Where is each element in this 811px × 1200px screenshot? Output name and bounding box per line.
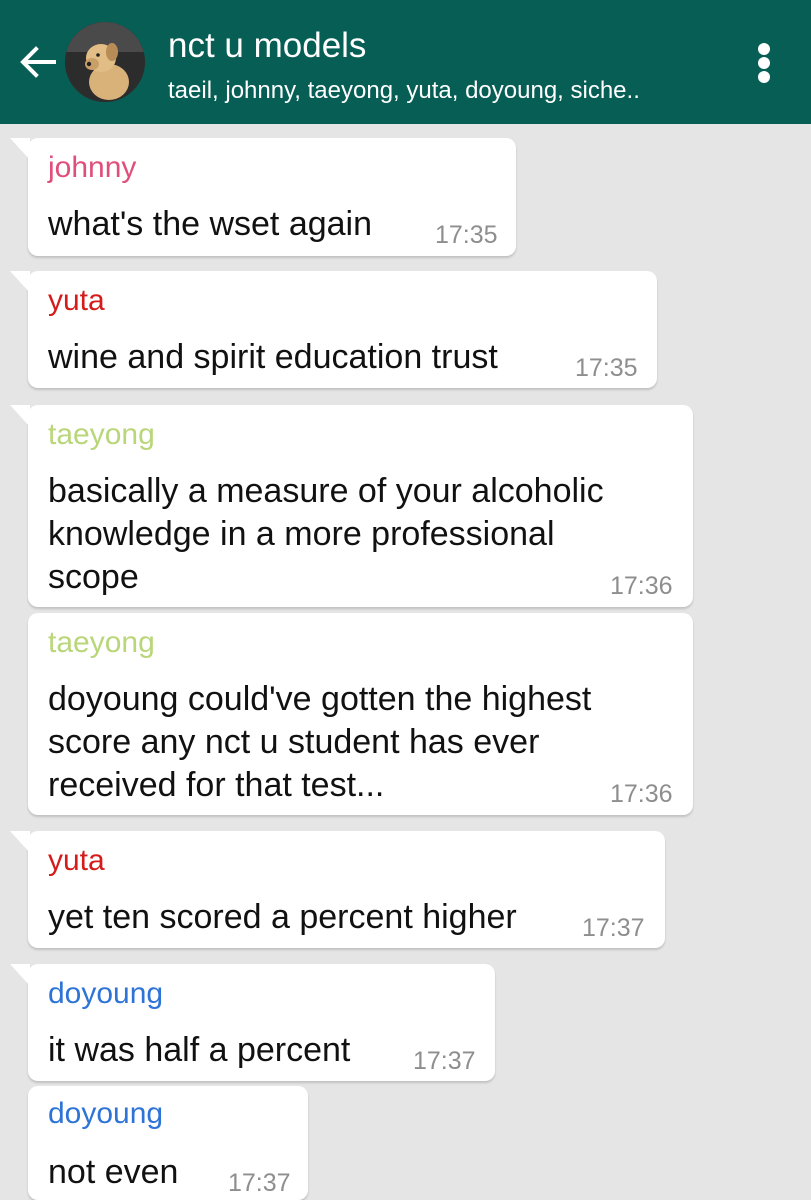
message-sender: doyoung bbox=[48, 1097, 164, 1130]
group-avatar[interactable] bbox=[65, 22, 145, 102]
message-sender: taeyong bbox=[48, 626, 155, 659]
message-bubble[interactable]: yuta yet ten scored a percent higher 17:… bbox=[10, 831, 665, 948]
message-text-line: basically a measure of your alcoholic bbox=[48, 472, 604, 510]
message-sender: taeyong bbox=[48, 418, 155, 451]
message-bubble[interactable]: taeyong basically a measure of your alco… bbox=[10, 405, 693, 607]
message-bubble[interactable]: yuta wine and spirit education trust 17:… bbox=[10, 271, 657, 388]
message-text-line: score any nct u student has ever bbox=[48, 723, 540, 761]
message-sender: johnny bbox=[48, 151, 137, 184]
message-text: yet ten scored a percent higher bbox=[48, 898, 517, 936]
dog-avatar-image bbox=[65, 22, 145, 102]
message-time: 17:37 bbox=[413, 1047, 476, 1075]
message-sender: yuta bbox=[48, 844, 105, 877]
message-time: 17:37 bbox=[228, 1169, 291, 1197]
message-time: 17:35 bbox=[575, 354, 638, 382]
message-bubble[interactable]: taeyong doyoung could've gotten the high… bbox=[28, 613, 693, 815]
message-time: 17:36 bbox=[610, 780, 673, 808]
message-sender: yuta bbox=[48, 284, 105, 317]
message-bubble[interactable]: doyoung it was half a percent 17:37 bbox=[10, 964, 495, 1081]
message-text: not even bbox=[48, 1153, 179, 1191]
message-text-line: received for that test... bbox=[48, 766, 385, 804]
message-text-line: scope bbox=[48, 558, 139, 596]
message-text-line: doyoung could've gotten the highest bbox=[48, 680, 592, 718]
more-options-button[interactable] bbox=[744, 38, 784, 88]
message-text: it was half a percent bbox=[48, 1031, 351, 1069]
message-sender: doyoung bbox=[48, 977, 164, 1010]
message-time: 17:37 bbox=[582, 914, 645, 942]
more-vert-icon-dot bbox=[758, 71, 770, 83]
participants-list[interactable]: taeil, johnny, taeyong, yuta, doyoung, s… bbox=[168, 75, 640, 107]
more-vert-icon bbox=[758, 43, 770, 55]
message-text: wine and spirit education trust bbox=[48, 338, 498, 376]
message-bubble[interactable]: johnny what's the wset again 17:35 bbox=[10, 138, 516, 256]
message-bubble[interactable]: doyoung not even 17:37 bbox=[28, 1086, 308, 1200]
message-time: 17:35 bbox=[435, 221, 498, 249]
more-vert-icon-dot bbox=[758, 57, 770, 69]
message-text-line: knowledge in a more professional bbox=[48, 515, 555, 553]
chat-title[interactable]: nct u models bbox=[168, 24, 366, 68]
message-time: 17:36 bbox=[610, 572, 673, 600]
message-text: what's the wset again bbox=[48, 205, 373, 243]
chat-header: nct u models taeil, johnny, taeyong, yut… bbox=[0, 0, 811, 124]
arrow-left-icon bbox=[20, 46, 56, 78]
back-button[interactable] bbox=[16, 40, 60, 84]
